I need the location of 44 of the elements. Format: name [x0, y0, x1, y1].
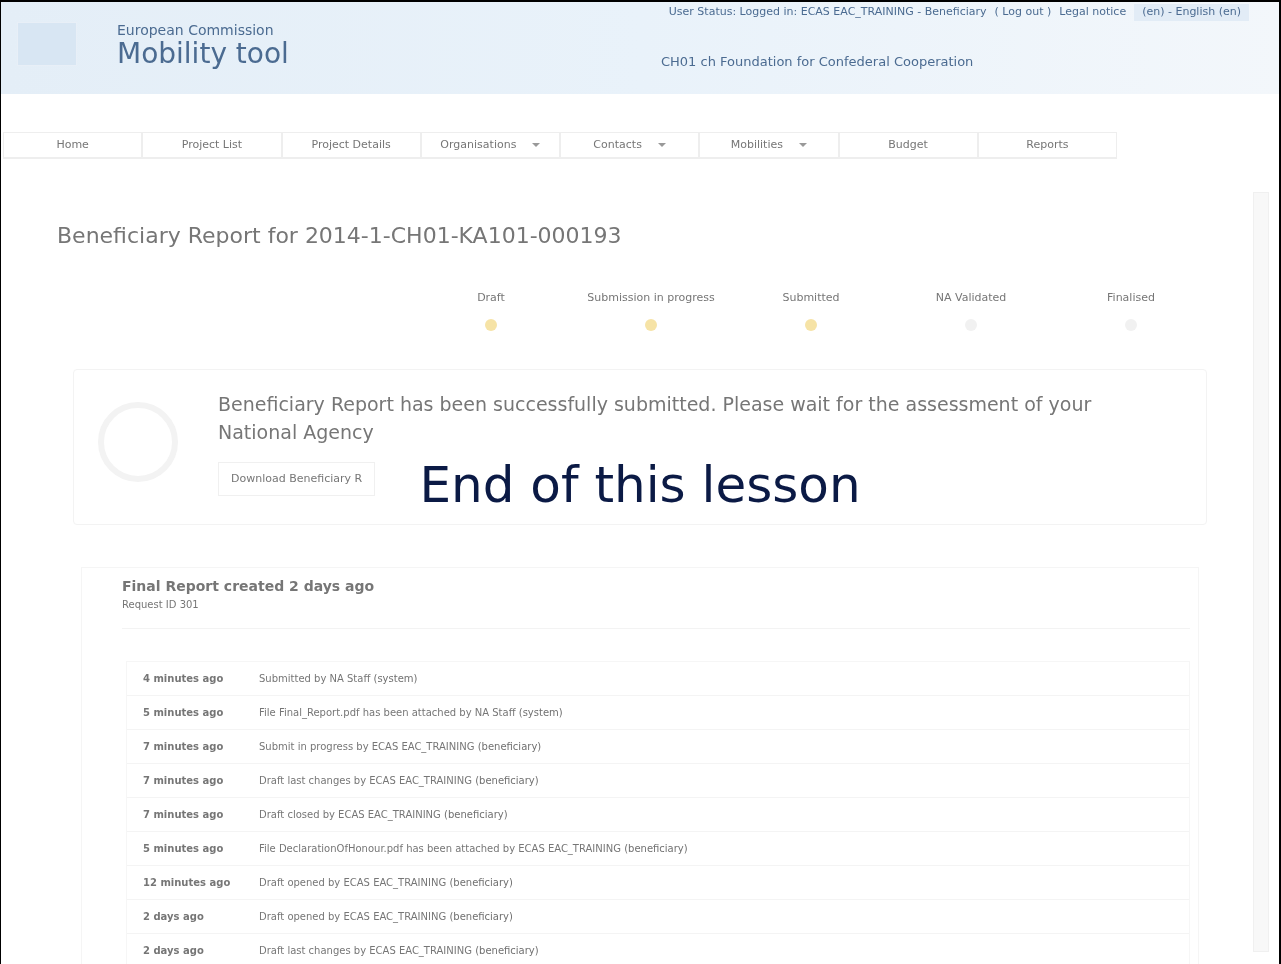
page-title: Beneficiary Report for 2014-1-CH01-KA101-000193 — [57, 222, 623, 250]
step-label: Submitted — [782, 290, 840, 306]
download-button[interactable]: Download Beneficiary R — [218, 461, 376, 496]
app-title: Mobility tool — [117, 38, 289, 70]
history-time: 7 minutes ago — [142, 807, 225, 822]
nav-tab[interactable]: Home — [3, 132, 143, 158]
nav-tab[interactable]: Reports — [977, 132, 1117, 158]
language-selector[interactable]: (en) - English (en) — [1134, 4, 1249, 21]
history-entry: Draft last changes by ECAS EAC_TRAINING (beneficiary) — [259, 943, 539, 958]
history-entry: Draft opened by ECAS EAC_TRAINING (beneficiary) — [259, 875, 513, 890]
step-label: Draft — [477, 290, 505, 306]
step-label: Finalised — [1107, 290, 1155, 306]
organisation-name: European Commission — [117, 22, 275, 38]
history-entry: Submit in progress by ECAS EAC_TRAINING (beneficiary) — [259, 739, 542, 754]
history-subtitle: Request ID 301 — [122, 597, 200, 612]
notice-message: Beneficiary Report has been successfully submitted. Please wait for the assessment of your National Agency — [218, 391, 1093, 445]
history-entry: File Final_Report.pdf has been attached by NA Staff (system) — [259, 705, 563, 720]
organisation-label: CH01 ch Foundation for Confederal Cooperation — [661, 53, 974, 71]
lesson-end-message: End of this lesson — [419, 454, 861, 516]
history-entry: Submitted by NA Staff (system) — [259, 671, 418, 686]
nav-tab[interactable]: Contacts — [560, 132, 700, 158]
history-entry: Draft last changes by ECAS EAC_TRAINING (beneficiary) — [259, 773, 539, 788]
history-entry: File DeclarationOfHonour.pdf has been attached by ECAS EAC_TRAINING (beneficiary) — [259, 841, 688, 856]
history-title: Final Report created 2 days ago — [122, 576, 376, 596]
history-time: 12 minutes ago — [142, 875, 232, 890]
history-time: 4 minutes ago — [142, 671, 225, 686]
nav-tab[interactable]: Project List — [142, 132, 282, 158]
nav-tab[interactable]: Organisations — [420, 132, 560, 158]
history-time: 2 days ago — [142, 909, 205, 924]
history-time: 7 minutes ago — [142, 773, 225, 788]
step-label: NA Validated — [935, 290, 1007, 306]
nav-tab[interactable]: Budget — [838, 132, 978, 158]
history-time: 5 minutes ago — [142, 841, 225, 856]
nav-tab[interactable]: Mobilities — [699, 132, 839, 158]
nav-tab[interactable]: Project Details — [281, 132, 421, 158]
logout-link[interactable]: ( Log out ) — [994, 4, 1052, 21]
history-entry: Draft opened by ECAS EAC_TRAINING (beneficiary) — [259, 909, 513, 924]
history-entry: Draft closed by ECAS EAC_TRAINING (beneficiary) — [259, 807, 508, 822]
user-status: User Status: Logged in: ECAS EAC_TRAINING - Beneficiary — [668, 4, 987, 20]
history-time: 7 minutes ago — [142, 739, 225, 754]
history-time: 5 minutes ago — [142, 705, 225, 720]
legal-notice-link[interactable]: Legal notice — [1059, 4, 1127, 21]
step-label: Submission in progress — [587, 290, 715, 306]
history-time: 2 days ago — [142, 943, 205, 958]
